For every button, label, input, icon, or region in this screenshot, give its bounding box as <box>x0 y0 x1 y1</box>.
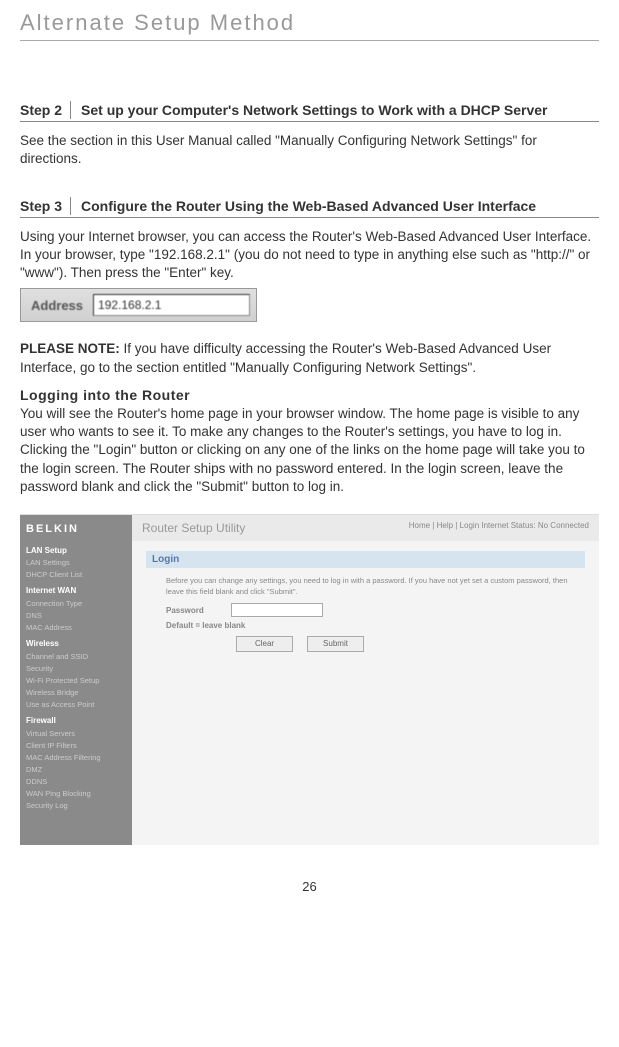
router-brand: BELKIN <box>26 521 126 539</box>
sidebar-item: WAN Ping Blocking <box>26 788 126 800</box>
router-ui-screenshot: BELKIN LAN Setup LAN Settings DHCP Clien… <box>20 514 599 845</box>
router-sidebar: BELKIN LAN Setup LAN Settings DHCP Clien… <box>20 515 132 845</box>
login-help-text: Before you can change any settings, you … <box>166 576 585 597</box>
clear-button: Clear <box>236 636 293 652</box>
sidebar-item: Security Log <box>26 800 126 812</box>
sidebar-cat-wireless: Wireless <box>26 638 126 651</box>
sidebar-item: Wi-Fi Protected Setup <box>26 675 126 687</box>
router-top-right: Home | Help | Login Internet Status: No … <box>409 521 589 535</box>
step-2-label: Step 2 <box>20 101 71 119</box>
step-3-body: Using your Internet browser, you can acc… <box>20 228 599 283</box>
login-heading: Login <box>146 551 585 568</box>
login-default-row: Default = leave blank <box>166 621 585 630</box>
step-2-header: Step 2 Set up your Computer's Network Se… <box>20 101 599 122</box>
login-buttons: Clear Submit <box>236 636 585 652</box>
please-note-block: PLEASE NOTE: If you have difficulty acce… <box>20 340 599 376</box>
sidebar-item: Connection Type <box>26 598 126 610</box>
router-body: Login Before you can change any settings… <box>132 541 599 662</box>
step-3-title: Configure the Router Using the Web-Based… <box>71 197 536 215</box>
sidebar-item: Security <box>26 663 126 675</box>
default-note: Default = leave blank <box>166 621 245 630</box>
logging-in-body: You will see the Router's home page in y… <box>20 405 599 496</box>
router-main: Router Setup Utility Home | Help | Login… <box>132 515 599 845</box>
sidebar-item: MAC Address Filtering <box>26 752 126 764</box>
submit-button: Submit <box>307 636 364 652</box>
address-bar-graphic: Address 192.168.2.1 <box>20 288 257 322</box>
login-password-row: Password <box>166 603 585 617</box>
password-label: Password <box>166 606 221 615</box>
step-2-body: See the section in this User Manual call… <box>20 132 599 168</box>
logging-in-heading: Logging into the Router <box>20 387 599 403</box>
page-number: 26 <box>0 879 619 894</box>
sidebar-item: DHCP Client List <box>26 569 126 581</box>
step-3-header: Step 3 Configure the Router Using the We… <box>20 197 599 218</box>
sidebar-item: DNS <box>26 610 126 622</box>
router-top-bar: Router Setup Utility Home | Help | Login… <box>132 515 599 541</box>
sidebar-item: Client IP Filters <box>26 740 126 752</box>
sidebar-item: Use as Access Point <box>26 699 126 711</box>
step-3-label: Step 3 <box>20 197 71 215</box>
step-2-title: Set up your Computer's Network Settings … <box>71 101 547 119</box>
sidebar-cat-wan: Internet WAN <box>26 585 126 598</box>
sidebar-item: Virtual Servers <box>26 728 126 740</box>
title-rule <box>20 40 599 41</box>
sidebar-item: Channel and SSID <box>26 651 126 663</box>
sidebar-item: LAN Settings <box>26 557 126 569</box>
page-title: Alternate Setup Method <box>20 10 599 36</box>
sidebar-item: DMZ <box>26 764 126 776</box>
sidebar-item: Wireless Bridge <box>26 687 126 699</box>
sidebar-cat-lan: LAN Setup <box>26 545 126 558</box>
please-note-label: PLEASE NOTE: <box>20 341 120 356</box>
sidebar-item: MAC Address <box>26 622 126 634</box>
address-bar-field: 192.168.2.1 <box>93 294 250 316</box>
address-bar-label: Address <box>21 298 93 313</box>
router-top-title: Router Setup Utility <box>142 521 245 535</box>
sidebar-cat-firewall: Firewall <box>26 715 126 728</box>
sidebar-item: DDNS <box>26 776 126 788</box>
password-input <box>231 603 323 617</box>
